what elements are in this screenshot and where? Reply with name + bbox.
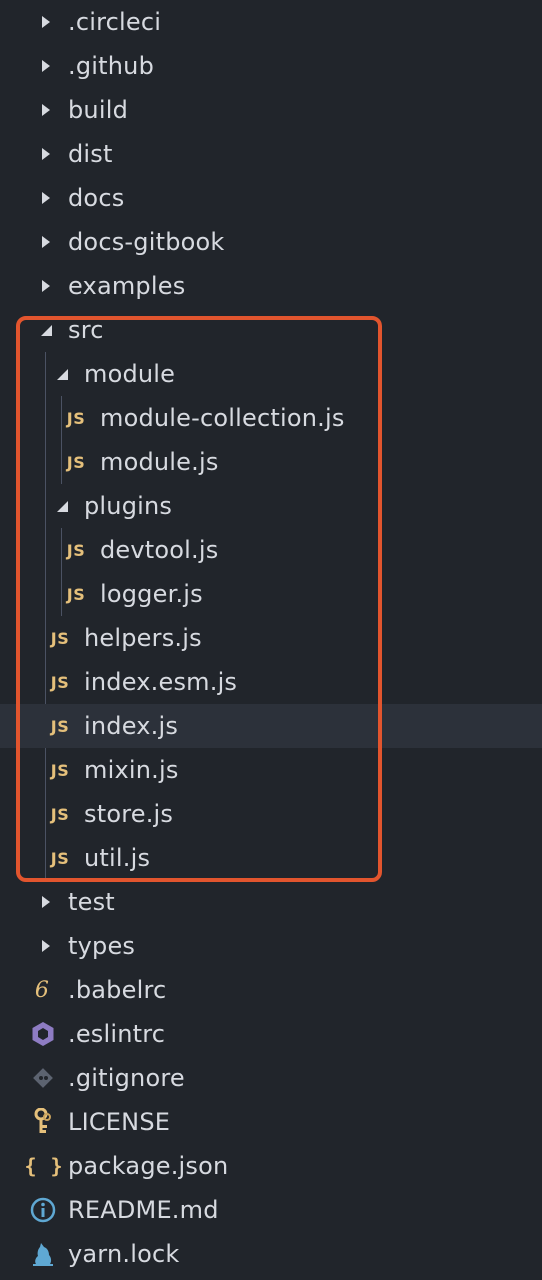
tree-item-label: index.esm.js <box>84 668 238 696</box>
chevron-right-icon[interactable] <box>32 0 60 44</box>
tree-file-index-esm-js[interactable]: JS index.esm.js <box>0 660 542 704</box>
tree-folder-build[interactable]: build <box>0 88 542 132</box>
tree-file-package-json[interactable]: { } package.json <box>0 1144 542 1188</box>
tree-file-readme[interactable]: README.md <box>0 1188 542 1232</box>
babel-icon: 6 <box>34 977 50 1003</box>
tree-file-store-js[interactable]: JS store.js <box>0 792 542 836</box>
tree-item-label: build <box>68 96 129 124</box>
tree-folder-types[interactable]: types <box>0 924 542 968</box>
tree-item-label: store.js <box>84 800 174 828</box>
js-file-icon: JS <box>66 452 86 472</box>
tree-item-label: dist <box>68 140 113 168</box>
tree-file-logger-js[interactable]: JS logger.js <box>0 572 542 616</box>
chevron-right-icon[interactable] <box>32 132 60 176</box>
tree-item-label: .gitignore <box>68 1064 185 1092</box>
tree-item-label: helpers.js <box>84 624 202 652</box>
tree-item-label: .github <box>68 52 154 80</box>
chevron-right-icon[interactable] <box>32 220 60 264</box>
tree-item-label: logger.js <box>100 580 203 608</box>
tree-file-module-js[interactable]: JS module.js <box>0 440 542 484</box>
key-icon <box>29 1100 57 1144</box>
yarn-icon <box>29 1232 57 1276</box>
json-icon: { } <box>24 1154 64 1178</box>
tree-folder-circleci[interactable]: .circleci <box>0 0 542 44</box>
tree-item-label: examples <box>68 272 186 300</box>
tree-file-module-collection-js[interactable]: JS module-collection.js <box>0 396 542 440</box>
js-file-icon: JS <box>66 584 86 604</box>
tree-folder-github[interactable]: .github <box>0 44 542 88</box>
tree-item-label: package.json <box>68 1152 229 1180</box>
chevron-right-icon[interactable] <box>32 88 60 132</box>
js-file-icon: JS <box>66 408 86 428</box>
js-file-icon: JS <box>50 760 70 780</box>
tree-item-label: devtool.js <box>100 536 219 564</box>
info-icon <box>29 1188 57 1232</box>
js-file-icon: JS <box>50 628 70 648</box>
tree-item-label: README.md <box>68 1196 219 1224</box>
git-icon <box>29 1056 57 1100</box>
tree-folder-plugins[interactable]: plugins <box>0 484 542 528</box>
js-file-icon: JS <box>50 804 70 824</box>
tree-item-label: docs <box>68 184 125 212</box>
tree-item-label: src <box>68 316 104 344</box>
chevron-right-icon[interactable] <box>32 880 60 924</box>
tree-folder-dist[interactable]: dist <box>0 132 542 176</box>
tree-file-gitignore[interactable]: .gitignore <box>0 1056 542 1100</box>
tree-item-label: mixin.js <box>84 756 179 784</box>
tree-folder-module[interactable]: module <box>0 352 542 396</box>
chevron-right-icon[interactable] <box>32 176 60 220</box>
js-file-icon: JS <box>50 672 70 692</box>
eslint-icon <box>29 1012 57 1056</box>
tree-item-label: docs-gitbook <box>68 228 225 256</box>
tree-folder-docs-gitbook[interactable]: docs-gitbook <box>0 220 542 264</box>
chevron-right-icon[interactable] <box>32 924 60 968</box>
tree-item-label: .eslintrc <box>68 1020 166 1048</box>
tree-item-label: module <box>84 360 176 388</box>
tree-file-helpers-js[interactable]: JS helpers.js <box>0 616 542 660</box>
chevron-down-icon[interactable] <box>48 352 76 396</box>
tree-item-label: plugins <box>84 492 173 520</box>
tree-file-index-js[interactable]: JS index.js <box>0 704 542 748</box>
tree-folder-src[interactable]: src <box>0 308 542 352</box>
chevron-down-icon[interactable] <box>32 308 60 352</box>
tree-file-babelrc[interactable]: 6 .babelrc <box>0 968 542 1012</box>
js-file-icon: JS <box>66 540 86 560</box>
tree-file-util-js[interactable]: JS util.js <box>0 836 542 880</box>
tree-file-eslintrc[interactable]: .eslintrc <box>0 1012 542 1056</box>
tree-item-label: yarn.lock <box>68 1240 180 1268</box>
chevron-down-icon[interactable] <box>48 484 76 528</box>
tree-item-label: .babelrc <box>68 976 167 1004</box>
tree-file-license[interactable]: LICENSE <box>0 1100 542 1144</box>
tree-item-label: module.js <box>100 448 219 476</box>
js-file-icon: JS <box>50 716 70 736</box>
tree-file-devtool-js[interactable]: JS devtool.js <box>0 528 542 572</box>
tree-item-label: .circleci <box>68 8 162 36</box>
tree-item-label: LICENSE <box>68 1108 171 1136</box>
tree-folder-test[interactable]: test <box>0 880 542 924</box>
tree-file-mixin-js[interactable]: JS mixin.js <box>0 748 542 792</box>
tree-folder-examples[interactable]: examples <box>0 264 542 308</box>
chevron-right-icon[interactable] <box>32 264 60 308</box>
tree-item-label: test <box>68 888 115 916</box>
chevron-right-icon[interactable] <box>32 44 60 88</box>
tree-item-label: index.js <box>84 712 179 740</box>
js-file-icon: JS <box>50 848 70 868</box>
tree-item-label: types <box>68 932 136 960</box>
tree-file-yarn-lock[interactable]: yarn.lock <box>0 1232 542 1276</box>
tree-item-label: util.js <box>84 844 151 872</box>
tree-folder-docs[interactable]: docs <box>0 176 542 220</box>
tree-item-label: module-collection.js <box>100 404 345 432</box>
